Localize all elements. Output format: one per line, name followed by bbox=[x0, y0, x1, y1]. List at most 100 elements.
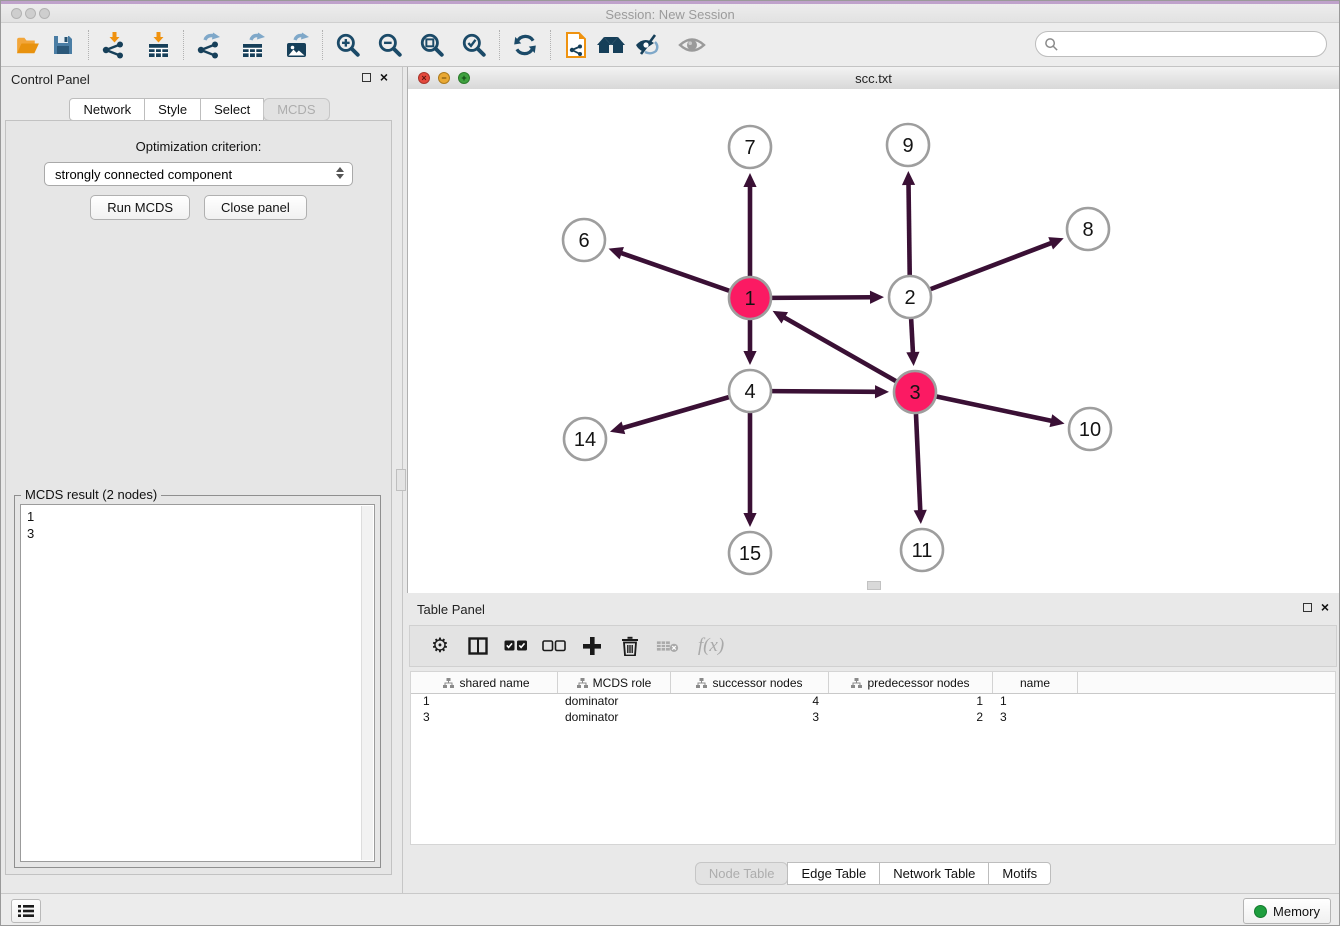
edge-4-14[interactable] bbox=[610, 397, 729, 434]
node-9[interactable]: 9 bbox=[887, 124, 929, 166]
save-session-button[interactable] bbox=[45, 27, 81, 63]
svg-text:15: 15 bbox=[739, 543, 761, 565]
export-network-button[interactable] bbox=[191, 27, 227, 63]
edge-1-7[interactable] bbox=[743, 173, 756, 276]
run-mcds-button[interactable]: Run MCDS bbox=[90, 195, 190, 220]
toolbar-separator bbox=[499, 30, 500, 60]
network-canvas[interactable]: 7 9 6 8 1 2 4 3 14 10 15 11 bbox=[408, 89, 1339, 593]
column-header-label: MCDS role bbox=[593, 676, 652, 690]
table-cell[interactable]: 3 bbox=[416, 710, 558, 726]
zoom-in-button[interactable] bbox=[330, 27, 366, 63]
tab-edge-table[interactable]: Edge Table bbox=[787, 862, 880, 885]
table-cell[interactable]: 1 bbox=[993, 694, 1078, 710]
import-table-button[interactable] bbox=[140, 27, 176, 63]
open-network-file-button[interactable] bbox=[558, 27, 594, 63]
edge-1-4[interactable] bbox=[743, 320, 756, 365]
column-header-successor-nodes[interactable]: successor nodes bbox=[671, 672, 829, 693]
column-header-shared-name[interactable]: shared name bbox=[416, 672, 558, 693]
close-table-panel-icon[interactable]: × bbox=[1321, 602, 1329, 612]
add-column-button[interactable] bbox=[580, 634, 604, 658]
horizontal-splitter-handle[interactable] bbox=[867, 581, 881, 590]
result-scrollbar[interactable] bbox=[361, 506, 373, 860]
edge-1-6[interactable] bbox=[609, 247, 730, 291]
tab-mcds[interactable]: MCDS bbox=[263, 98, 329, 121]
node-1[interactable]: 1 bbox=[729, 277, 771, 319]
table-cell[interactable]: 3 bbox=[993, 710, 1078, 726]
table-cell[interactable]: 1 bbox=[416, 694, 558, 710]
edge-1-2[interactable] bbox=[772, 291, 884, 304]
node-2[interactable]: 2 bbox=[889, 276, 931, 318]
table-row[interactable]: 1dominator411 bbox=[411, 694, 1335, 710]
node-6[interactable]: 6 bbox=[563, 219, 605, 261]
unselect-all-button[interactable] bbox=[542, 634, 566, 658]
node-14[interactable]: 14 bbox=[564, 418, 606, 460]
table-cell[interactable]: 4 bbox=[671, 694, 829, 710]
edge-3-10[interactable] bbox=[937, 397, 1065, 428]
table-panel-header: Table Panel × bbox=[407, 597, 1339, 623]
column-settings-button[interactable]: ⚙ bbox=[428, 634, 452, 658]
zoom-out-button[interactable] bbox=[372, 27, 408, 63]
export-network-icon bbox=[195, 31, 223, 59]
close-panel-button[interactable]: Close panel bbox=[204, 195, 307, 220]
node-4[interactable]: 4 bbox=[729, 370, 771, 412]
open-file-button[interactable] bbox=[9, 27, 45, 63]
hide-visual-properties-button[interactable] bbox=[630, 27, 666, 63]
table-cell[interactable]: dominator bbox=[558, 694, 671, 710]
node-3[interactable]: 3 bbox=[894, 371, 936, 413]
search-input[interactable] bbox=[1063, 36, 1326, 53]
table-cell[interactable]: 2 bbox=[829, 710, 993, 726]
edge-2-8[interactable] bbox=[931, 237, 1064, 289]
table-cell[interactable]: 1 bbox=[829, 694, 993, 710]
table-cell[interactable]: dominator bbox=[558, 710, 671, 726]
export-table-button[interactable] bbox=[235, 27, 271, 63]
edge-4-15[interactable] bbox=[743, 413, 756, 527]
tab-network-table[interactable]: Network Table bbox=[879, 862, 989, 885]
float-table-panel-icon[interactable] bbox=[1303, 603, 1312, 612]
export-image-button[interactable] bbox=[279, 27, 315, 63]
tab-motifs[interactable]: Motifs bbox=[988, 862, 1051, 885]
show-visual-properties-button[interactable] bbox=[674, 27, 710, 63]
node-11[interactable]: 11 bbox=[901, 529, 943, 571]
split-table-button[interactable] bbox=[466, 634, 490, 658]
main-toolbar bbox=[1, 23, 1339, 67]
column-header-mcds-role[interactable]: MCDS role bbox=[558, 672, 671, 693]
list-icon bbox=[18, 904, 34, 918]
fit-content-button[interactable] bbox=[414, 27, 450, 63]
edge-2-3[interactable] bbox=[906, 319, 919, 366]
tab-node-table[interactable]: Node Table bbox=[695, 862, 789, 885]
column-header-name[interactable]: name bbox=[993, 672, 1078, 693]
delete-table-button[interactable] bbox=[656, 634, 680, 658]
edge-2-9[interactable] bbox=[902, 171, 915, 275]
function-builder-button[interactable]: f(x) bbox=[694, 634, 728, 658]
edge-4-3[interactable] bbox=[772, 385, 889, 398]
delete-columns-button[interactable] bbox=[618, 634, 642, 658]
memory-label: Memory bbox=[1273, 904, 1320, 919]
refresh-button[interactable] bbox=[507, 27, 543, 63]
edge-3-1[interactable] bbox=[773, 311, 896, 381]
vertical-splitter-handle[interactable] bbox=[396, 469, 406, 491]
import-network-button[interactable] bbox=[96, 27, 132, 63]
float-panel-icon[interactable] bbox=[362, 73, 371, 82]
toolbar-separator bbox=[322, 30, 323, 60]
home-button[interactable] bbox=[594, 27, 630, 63]
column-header-predecessor-nodes[interactable]: predecessor nodes bbox=[829, 672, 993, 693]
tab-style[interactable]: Style bbox=[144, 98, 201, 121]
table-cell[interactable]: 3 bbox=[671, 710, 829, 726]
node-10[interactable]: 10 bbox=[1069, 408, 1111, 450]
close-panel-icon[interactable]: × bbox=[380, 72, 388, 82]
task-history-button[interactable] bbox=[11, 899, 41, 923]
edge-3-11[interactable] bbox=[914, 414, 927, 524]
criterion-select[interactable]: strongly connected component bbox=[44, 162, 353, 186]
tab-network[interactable]: Network bbox=[69, 98, 145, 121]
zoom-out-icon bbox=[377, 32, 403, 58]
zoom-selected-button[interactable] bbox=[456, 27, 492, 63]
select-all-button[interactable] bbox=[504, 634, 528, 658]
node-15[interactable]: 15 bbox=[729, 532, 771, 574]
mcds-result-area[interactable]: 1 3 bbox=[20, 504, 375, 862]
search-field[interactable] bbox=[1035, 31, 1327, 57]
node-7[interactable]: 7 bbox=[729, 126, 771, 168]
tab-select[interactable]: Select bbox=[200, 98, 264, 121]
table-row[interactable]: 3dominator323 bbox=[411, 710, 1335, 726]
memory-button[interactable]: Memory bbox=[1243, 898, 1331, 924]
node-8[interactable]: 8 bbox=[1067, 208, 1109, 250]
